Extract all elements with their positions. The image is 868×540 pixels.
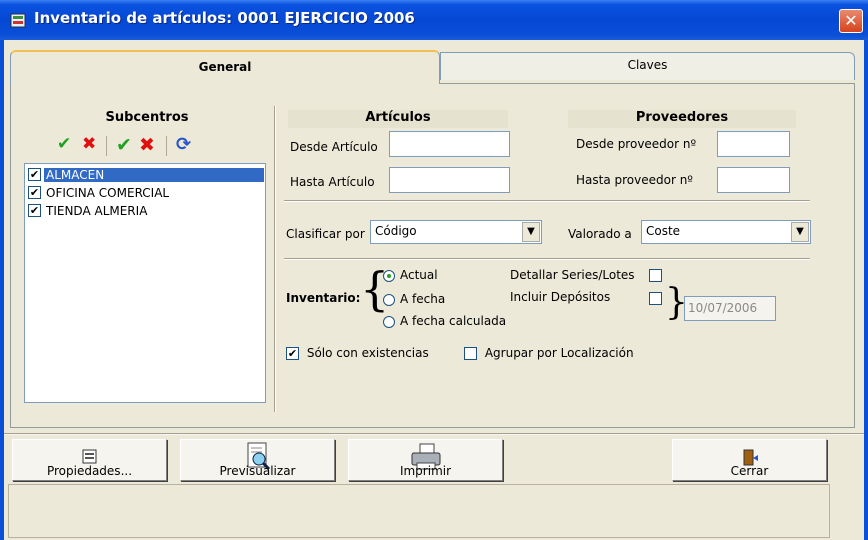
imprimir-label: Imprimir — [399, 464, 452, 478]
clasificar-select[interactable]: Código ▼ — [370, 220, 542, 244]
section-divider — [284, 200, 810, 202]
subcentros-title: Subcentros — [105, 110, 189, 125]
chevron-down-icon[interactable]: ▼ — [791, 222, 809, 242]
window-title: Inventario de artículos: 0001 EJERCICIO … — [34, 9, 415, 27]
agrupar-checkbox[interactable] — [464, 347, 477, 360]
toolbar-separator — [106, 136, 107, 156]
preview-icon — [181, 442, 334, 471]
toolbar-separator — [166, 136, 167, 156]
chevron-down-icon[interactable]: ▼ — [522, 222, 540, 242]
status-bar — [8, 484, 830, 538]
checkbox[interactable]: ✔ — [28, 168, 41, 181]
hasta-proveedor-label: Hasta proveedor nº — [576, 173, 693, 187]
check-all-icon[interactable]: ✔ — [116, 134, 132, 156]
cerrar-button[interactable]: Cerrar — [672, 439, 827, 481]
imprimir-button[interactable]: Imprimir — [348, 439, 503, 481]
radio-a-fecha-calculada[interactable]: A fecha calculada — [383, 314, 506, 328]
detallar-label: Detallar Series/Lotes — [510, 268, 635, 282]
hasta-proveedor-input[interactable] — [717, 167, 790, 193]
hasta-articulo-input[interactable] — [389, 167, 510, 193]
close-button[interactable]: ✕ — [839, 9, 863, 33]
agrupar-label: Agrupar por Localización — [484, 346, 634, 360]
tab-general[interactable]: General — [10, 50, 440, 84]
list-item[interactable]: ✔ TIENDA ALMERIA — [28, 203, 264, 218]
printer-icon — [349, 442, 502, 470]
checkbox[interactable]: ✔ — [28, 186, 41, 199]
detallar-checkbox[interactable] — [649, 269, 662, 282]
radio-actual[interactable]: Actual — [383, 268, 438, 282]
radio-a-fecha[interactable]: A fecha — [383, 292, 445, 306]
window-frame-left — [0, 40, 4, 540]
incluir-label: Incluir Depósitos — [510, 290, 611, 304]
list-item-label: ALMACEN — [44, 167, 264, 182]
radio-button[interactable] — [383, 315, 395, 328]
refresh-icon[interactable]: ⟳ — [176, 134, 191, 155]
hasta-articulo-label: Hasta Artículo — [290, 175, 375, 189]
list-item[interactable]: ✔ ALMACEN — [28, 167, 264, 182]
previsualizar-label: Previsualizar — [219, 464, 296, 478]
valorado-select[interactable]: Coste ▼ — [641, 220, 811, 244]
solo-existencias-checkbox[interactable]: ✔ — [286, 347, 299, 360]
valorado-value: Coste — [646, 224, 681, 238]
x-icon[interactable]: ✖ — [82, 134, 96, 154]
radio-button[interactable] — [383, 269, 395, 282]
list-item[interactable]: ✔ OFICINA COMERCIAL — [28, 185, 264, 200]
propiedades-button[interactable]: Propiedades... — [12, 439, 167, 481]
agrupar-option[interactable]: Agrupar por Localización — [464, 346, 634, 360]
bottom-divider — [4, 433, 864, 435]
desde-proveedor-input[interactable] — [717, 131, 790, 157]
desde-proveedor-label: Desde proveedor nº — [576, 137, 697, 151]
window-frame-right — [864, 40, 868, 540]
tab-claves[interactable]: Claves — [440, 52, 855, 80]
list-item-label: OFICINA COMERCIAL — [46, 185, 170, 200]
articulos-title: Artículos — [288, 110, 508, 128]
solo-existencias-label: Sólo con existencias — [306, 346, 429, 360]
x-all-icon[interactable]: ✖ — [139, 134, 155, 156]
radio-label: Actual — [400, 268, 438, 282]
fecha-input[interactable]: 10/07/2006 — [684, 296, 776, 321]
checkbox[interactable]: ✔ — [28, 204, 41, 217]
previsualizar-button[interactable]: Previsualizar — [180, 439, 335, 481]
app-icon — [10, 11, 28, 29]
radio-label: A fecha — [400, 292, 446, 306]
clasificar-label: Clasificar por — [286, 227, 365, 241]
cerrar-label: Cerrar — [730, 464, 769, 478]
proveedores-title: Proveedores — [568, 110, 796, 128]
subcentros-toolbar: ✔ ✖ ✔ ✖ ⟳ — [26, 132, 268, 160]
valorado-label: Valorado a — [568, 227, 632, 241]
propiedades-label: Propiedades... — [46, 464, 133, 478]
radio-label: A fecha calculada — [400, 314, 507, 328]
radio-button[interactable] — [383, 293, 395, 306]
vertical-divider — [274, 106, 276, 412]
clasificar-value: Código — [375, 224, 417, 238]
desde-articulo-label: Desde Artículo — [290, 140, 378, 154]
subcentros-list[interactable]: ✔ ALMACEN ✔ OFICINA COMERCIAL ✔ TIENDA A… — [24, 163, 266, 403]
incluir-checkbox[interactable] — [649, 292, 662, 305]
section-divider — [284, 258, 810, 260]
desde-articulo-input[interactable] — [389, 131, 510, 157]
list-item-label: TIENDA ALMERIA — [46, 203, 148, 218]
inventario-label: Inventario: — [286, 291, 361, 305]
check-icon[interactable]: ✔ — [57, 134, 71, 154]
solo-existencias-option[interactable]: ✔ Sólo con existencias — [286, 346, 429, 360]
